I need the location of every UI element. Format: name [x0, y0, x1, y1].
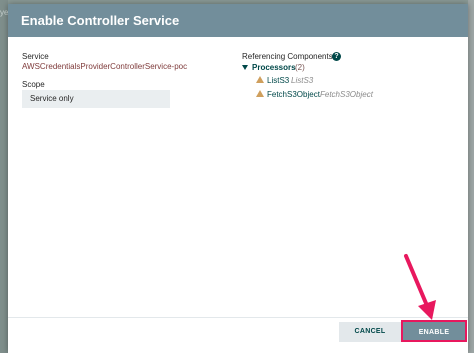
- dialog-header: Enable Controller Service: [8, 4, 468, 37]
- processor-type: ListS3: [291, 76, 314, 85]
- processors-group-label[interactable]: Processors: [252, 63, 296, 72]
- service-label: Service: [22, 52, 49, 61]
- referencing-components-label: Referencing Components: [242, 52, 333, 61]
- background-canvas-right: [468, 0, 474, 353]
- scope-select-value: Service only: [30, 94, 74, 103]
- service-name: AWSCredentialsProviderControllerService-…: [22, 62, 188, 71]
- processor-name[interactable]: ListS3: [267, 76, 289, 85]
- caret-down-icon[interactable]: [242, 65, 248, 70]
- warning-icon: [256, 76, 264, 83]
- dialog-title: Enable Controller Service: [21, 13, 180, 28]
- scope-label: Scope: [22, 80, 45, 89]
- processor-type: FetchS3Object: [320, 90, 373, 99]
- processors-count: (2): [295, 63, 305, 72]
- warning-icon: [256, 90, 264, 97]
- help-icon[interactable]: ?: [332, 52, 341, 61]
- background-canvas-left: [0, 0, 8, 353]
- highlight-arrow: [404, 254, 436, 320]
- processor-name[interactable]: FetchS3Object: [267, 90, 320, 99]
- scope-select[interactable]: Service only: [22, 90, 170, 108]
